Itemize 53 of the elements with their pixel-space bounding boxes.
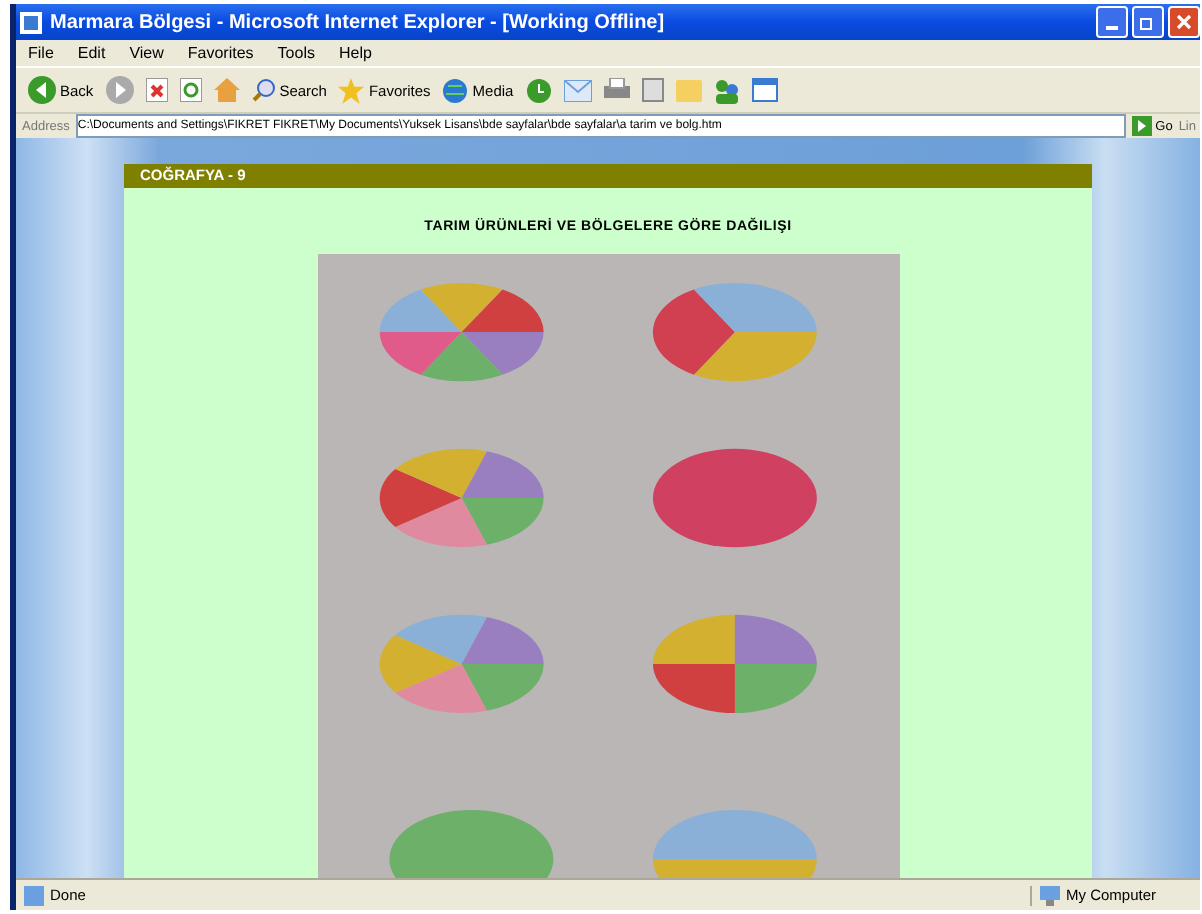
pie-slice xyxy=(460,616,543,664)
toolbar-icon-button[interactable] xyxy=(563,79,592,101)
pie-slice xyxy=(460,331,543,375)
stop-icon xyxy=(145,78,168,102)
pie-slice xyxy=(378,468,461,527)
refresh-icon xyxy=(179,78,202,102)
menu-item[interactable]: Help xyxy=(338,44,372,62)
menu-item[interactable]: Favorites xyxy=(187,44,254,62)
toolbar-icon-button[interactable] xyxy=(105,76,134,104)
pie-slice xyxy=(460,663,543,711)
toolbar-icon-button[interactable] xyxy=(145,78,168,102)
people-icon xyxy=(713,77,740,103)
search-icon xyxy=(251,78,276,102)
pie-slice xyxy=(460,497,543,545)
window-icon xyxy=(751,78,778,102)
pie-slice xyxy=(394,614,486,664)
pie-slice xyxy=(733,614,816,664)
pie-slice xyxy=(378,288,461,332)
close-icon xyxy=(1176,14,1192,30)
restore-button[interactable] xyxy=(1132,6,1164,38)
toolbar-icon-button[interactable] xyxy=(179,78,202,102)
pie-slice xyxy=(419,282,502,332)
menu-item[interactable]: View xyxy=(129,44,164,62)
menu-item[interactable]: Edit xyxy=(77,44,106,62)
home-icon xyxy=(213,78,240,102)
pie-slice xyxy=(733,663,816,713)
pie-slice xyxy=(460,450,543,498)
pie-slice xyxy=(419,331,502,381)
toolbar-icon-button[interactable] xyxy=(603,78,630,102)
pie-slice xyxy=(394,663,486,713)
envelope-icon xyxy=(563,79,592,101)
pie-slice xyxy=(394,497,486,547)
pie-slice xyxy=(460,288,543,332)
globe-icon xyxy=(442,77,469,103)
toolbar-icon-button[interactable] xyxy=(713,77,740,103)
menu-item[interactable]: File xyxy=(28,44,54,62)
close-button[interactable] xyxy=(1168,6,1200,38)
page-icon xyxy=(24,885,44,905)
clock-icon xyxy=(525,77,552,103)
computer-icon xyxy=(1040,885,1060,905)
toolbar-icon-button[interactable] xyxy=(751,78,778,102)
pie-slice xyxy=(651,663,734,713)
star-icon xyxy=(338,77,365,103)
minimize-button[interactable] xyxy=(1096,6,1128,38)
window-title: Marmara Bölgesi - Microsoft Internet Explorer - [Working Offline] xyxy=(50,11,665,33)
pie-slice xyxy=(394,448,486,498)
pie-slice xyxy=(378,634,461,693)
toolbar-icon-button[interactable] xyxy=(525,77,552,103)
pie-slice xyxy=(378,331,461,375)
pie-slice xyxy=(651,614,734,664)
printer-icon xyxy=(603,78,630,102)
restore-icon xyxy=(1140,14,1156,30)
menu-item[interactable]: Tools xyxy=(277,44,315,62)
